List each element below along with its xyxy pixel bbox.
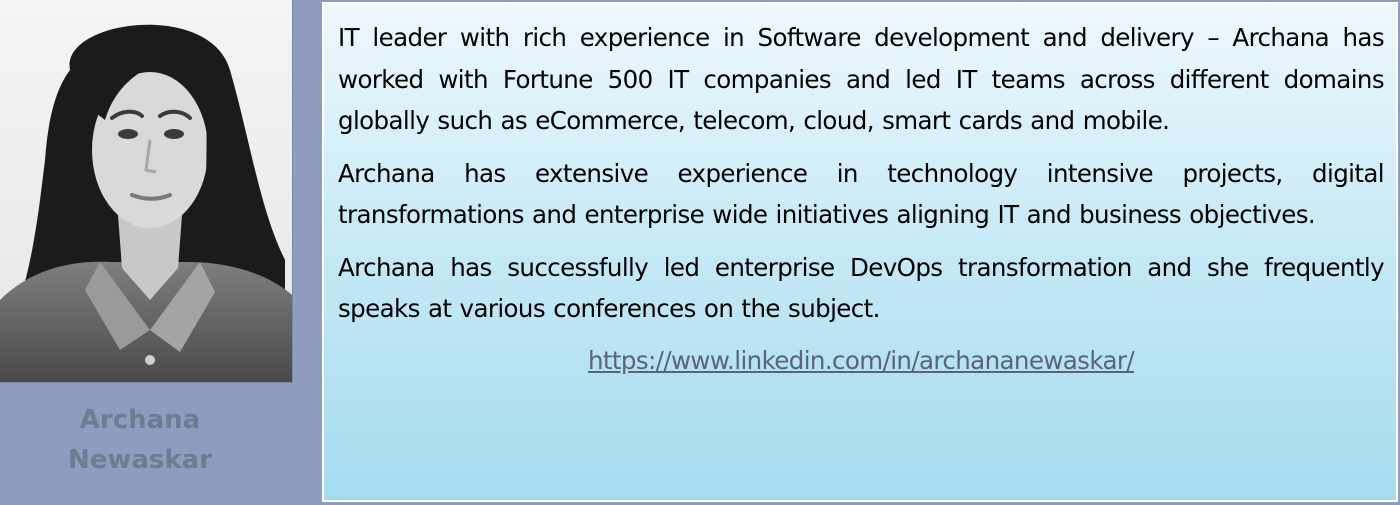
bio-paragraph-2: Archana has extensive experience in tech…	[338, 158, 1385, 230]
profile-name: Archana Newaskar	[0, 400, 280, 480]
bio-paragraph-3: Archana has successfully led enterprise …	[338, 252, 1385, 324]
profile-first-name: Archana	[79, 405, 201, 435]
profile-card: Archana Newaskar IT leader with rich exp…	[0, 0, 1400, 505]
profile-last-name: Newaskar	[67, 445, 213, 475]
bio-paragraph-1: IT leader with rich experience in Softwa…	[338, 23, 1385, 135]
linkedin-link[interactable]: https://www.linkedin.com/in/archananewas…	[338, 341, 1384, 381]
profile-photo	[0, 0, 293, 383]
bio-panel: IT leader with rich experience in Softwa…	[322, 2, 1398, 502]
